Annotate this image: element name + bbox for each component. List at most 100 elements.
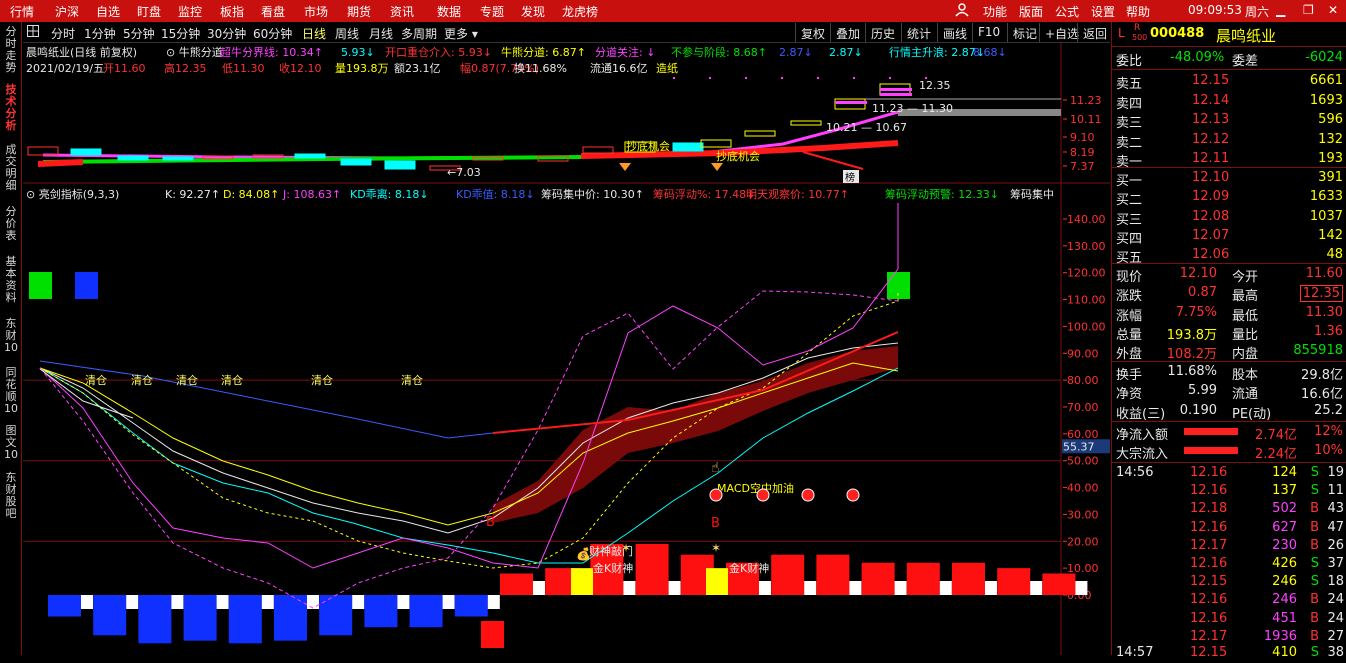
menu-item-right[interactable]: 设置	[1091, 3, 1115, 20]
period-tab[interactable]: 60分钟	[253, 25, 292, 42]
user-icon[interactable]	[955, 3, 969, 20]
left-tab[interactable]: 分时走势	[3, 26, 19, 74]
menu-item[interactable]: 资讯	[390, 3, 414, 20]
histogram-gap	[804, 581, 817, 595]
period-tab[interactable]: 月线	[369, 25, 393, 42]
candlestick	[582, 146, 614, 154]
minimize-button[interactable]: ▁	[1276, 3, 1285, 17]
signal-square	[75, 272, 98, 299]
tick-count: 18	[1327, 574, 1344, 590]
menu-item[interactable]: 监控	[178, 3, 202, 20]
left-tab[interactable]: 东财10	[3, 318, 19, 354]
left-tab[interactable]: 成交明细	[3, 144, 19, 192]
left-tab[interactable]: 分价表	[3, 206, 19, 242]
bid-label: 买一	[1116, 174, 1143, 189]
toolbar-button[interactable]: 标记	[1007, 23, 1042, 42]
menu-item-right[interactable]: 版面	[1019, 3, 1043, 20]
menu-item-right[interactable]: 功能	[983, 3, 1007, 20]
left-tab[interactable]: 图文10	[3, 425, 19, 461]
tick-count: 26	[1327, 537, 1344, 553]
left-tab[interactable]: 基本资料	[3, 256, 19, 304]
label: 委差	[1232, 54, 1259, 69]
kdj-axis-label: 60.00	[1067, 428, 1099, 441]
high-label: 12.35	[919, 79, 951, 92]
bid-volume: 142	[1318, 227, 1343, 243]
quote-stat-row: 涨幅 7.75% 最低 11.30	[1112, 304, 1346, 324]
buy-b-label: B	[486, 515, 495, 530]
menu-item[interactable]: 龙虎榜	[562, 3, 598, 20]
menu-item[interactable]: 专题	[480, 3, 504, 20]
restore-button[interactable]: ❐	[1303, 3, 1314, 17]
menu-item[interactable]: 数据	[437, 3, 461, 20]
menu-bar: 行情 沪深 自选 盯盘 监控 板指 看盘 市场 期货 资讯 数据 专题 发现 龙虎榜 功能 版面 公式 设置 帮助…	[0, 0, 1346, 22]
stat-value: 193.8万	[1166, 327, 1217, 343]
period-tab[interactable]: 多周期	[401, 25, 437, 42]
ask-row: 卖三 12.13 596	[1112, 111, 1346, 131]
period-tab[interactable]: 15分钟	[161, 25, 200, 42]
period-tab[interactable]: 30分钟	[207, 25, 246, 42]
quote-stat-row: 外盘 108.2万 内盘 855918	[1112, 342, 1346, 362]
menu-item[interactable]: 行情	[10, 3, 34, 20]
stat-value: 12.35	[1299, 285, 1343, 303]
period-tab[interactable]: 1分钟	[84, 25, 116, 42]
histogram-gap	[171, 595, 184, 609]
buy-signal-label: 抄底机会	[626, 139, 670, 153]
bid-price: 12.06	[1192, 247, 1230, 263]
period-tab[interactable]: 5分钟	[123, 25, 155, 42]
histogram-gap	[533, 581, 545, 595]
period-tab[interactable]: 周线	[335, 25, 359, 42]
left-tab[interactable]: 技术分析	[3, 84, 19, 132]
menu-item[interactable]: 板指	[220, 3, 244, 20]
stat-value: 1.36	[1314, 323, 1343, 339]
chart-area[interactable]: 晨鸣纸业(日线 前复权) ⊙ 牛熊分道 超牛分界线: 10.34↑ 5.93↓ 开口重仓…	[23, 43, 1110, 655]
tick-count: 24	[1327, 610, 1344, 626]
menu-item[interactable]: 盯盘	[137, 3, 161, 20]
left-tab[interactable]: 同花顺10	[3, 367, 19, 415]
red-ball-icon	[801, 488, 815, 502]
period-tab[interactable]: 日线	[302, 25, 326, 42]
toolbar-button[interactable]: 历史	[865, 23, 900, 42]
menu-item[interactable]: 发现	[521, 3, 545, 20]
toolbar-button[interactable]: 返回	[1077, 23, 1112, 42]
period-tab[interactable]: 更多 ▾	[444, 25, 478, 42]
menu-item[interactable]: 看盘	[261, 3, 285, 20]
fundamental-row: 收益(三) 0.190 PE(动) 25.2	[1112, 402, 1346, 422]
menu-item[interactable]: 市场	[304, 3, 328, 20]
histogram-bar	[997, 568, 1031, 595]
stat-label: 股本	[1232, 368, 1259, 383]
kdj-value: ⊙ 亮剑指标(9,3,3)	[26, 187, 119, 201]
menu-item-right[interactable]: 帮助	[1126, 3, 1150, 20]
histogram-gap	[397, 595, 410, 609]
fundamental-row: 换手 11.68% 股本 29.8亿	[1112, 363, 1346, 383]
toolbar-button[interactable]: F10	[972, 23, 1005, 42]
bid-price: 12.08	[1192, 208, 1230, 224]
left-tab[interactable]: 东财股吧	[3, 472, 19, 520]
toolbar-button[interactable]: 统计	[901, 23, 936, 42]
divider	[1112, 361, 1346, 362]
chart-toolbar: 分时 1分钟 5分钟 15分钟 30分钟 60分钟 日线 周线 月线 多周期 更多 ▾ 复权 叠加 历史…	[23, 23, 1110, 43]
ask-price: 12.15	[1192, 73, 1230, 88]
ohlc-value: 换11.68%	[514, 61, 567, 75]
tick-time: 14:56	[1116, 465, 1154, 480]
ask-price: 12.11	[1192, 151, 1230, 166]
ask-price: 12.12	[1192, 131, 1230, 147]
chart-svg[interactable]: 晨鸣纸业(日线 前复权) ⊙ 牛熊分道超牛分界线: 10.34↑ 5.93↓ 开口重仓…	[23, 43, 1110, 655]
flow-bar	[1184, 447, 1238, 455]
menu-item[interactable]: 期货	[347, 3, 371, 20]
period-tab[interactable]: 分时	[51, 25, 75, 42]
stock-code: 000488	[1150, 26, 1205, 41]
close-button[interactable]: ✕	[1328, 3, 1338, 17]
menu-item[interactable]: 沪深	[55, 3, 79, 20]
toolbar-button[interactable]: 画线	[937, 23, 972, 42]
toolbar-button[interactable]: 复权	[795, 23, 830, 42]
ask-label: 卖四	[1116, 96, 1143, 112]
menu-item[interactable]: 自选	[96, 3, 120, 20]
highlight-bar	[706, 568, 728, 595]
grid-icon[interactable]	[27, 25, 39, 40]
divider	[1112, 421, 1346, 422]
toolbar-button[interactable]: 叠加	[830, 23, 865, 42]
histogram-gap	[352, 595, 365, 609]
ask-price: 12.14	[1192, 92, 1230, 108]
menu-item-right[interactable]: 公式	[1055, 3, 1079, 20]
indicator-value: 牛熊分道: 6.87↑	[501, 45, 586, 59]
